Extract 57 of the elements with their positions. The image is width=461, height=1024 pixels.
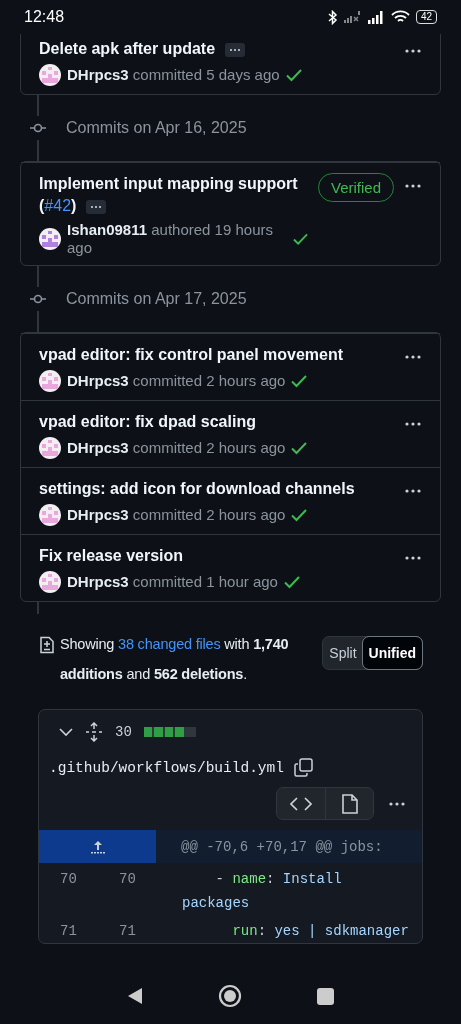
file-path: .github/workflows/build.yml [49,759,284,776]
hunk-header: @@ -70,6 +70,17 @@ jobs: [180,837,383,857]
commit-title[interactable]: Implement input mapping support (#42) [39,173,308,217]
more-button[interactable] [388,800,406,807]
line-number: 70 [59,870,78,889]
no-signal-icon [343,11,362,23]
ellipsis-icon [229,46,242,53]
collapse-button[interactable] [59,727,73,737]
date-label: Commits on Apr 16, 2025 [66,119,247,137]
chevron-icon [59,727,73,737]
more-icon [388,800,406,807]
commit-title[interactable]: vpad editor: fix dpad scaling [39,411,394,433]
commit-title[interactable]: settings: add icon for download channels [39,478,394,500]
code-icon [290,796,312,811]
expand-up-icon [89,838,106,855]
file-diff-icon [38,636,56,654]
changed-files-link[interactable]: 38 changed files [118,636,221,652]
commit-meta: DHrpcs3 committed 2 hours ago [67,372,286,390]
back-icon[interactable] [127,987,144,1005]
commit-title[interactable]: vpad editor: fix control panel movement [39,344,394,366]
recents-icon[interactable] [316,987,334,1005]
diffstat-bar [143,727,196,737]
commit-meta: Ishan09811 authored 19 hours ago [67,221,274,257]
unfold-icon[interactable] [85,722,103,742]
code-line: run: yes | sdkmanager [231,922,410,941]
pull-request-link[interactable]: #42 [44,197,72,214]
more-icon [404,421,422,427]
ellipsis-icon [90,203,103,210]
copy-icon[interactable] [293,758,313,777]
battery-indicator: 42 [415,10,437,24]
commit-meta: DHrpcs3 committed 5 days ago [67,66,280,84]
more-icon [404,48,422,54]
file-icon [341,793,358,814]
commit-title[interactable]: Delete apk after update [39,38,394,60]
home-icon[interactable] [218,984,242,1008]
commit-meta: DHrpcs3 committed 1 hour ago [67,573,278,591]
signal-icon [367,10,385,24]
commit-meta: DHrpcs3 committed 2 hours ago [67,439,286,457]
view-mode-button[interactable]: Unified [362,637,422,669]
expand-message-button[interactable] [86,199,107,214]
view-mode-button[interactable]: Split [323,637,363,669]
date-label: Commits on Apr 17, 2025 [66,290,247,308]
wifi-icon [390,10,410,24]
more-icon [404,555,422,561]
line-number: 71 [118,922,137,941]
commit-title[interactable]: Fix release version [39,545,394,567]
clock: 12:48 [24,8,66,26]
line-number: 70 [118,870,137,889]
more-icon [404,488,422,494]
bluetooth-icon [327,9,338,25]
change-count: 30 [115,724,132,740]
more-icon [404,354,422,360]
line-number: 71 [59,922,78,941]
diff-summary-text: Showing 38 changed files with 1,740 additions and 562 deletions. [60,635,290,684]
commit-meta: DHrpcs3 committed 2 hours ago [67,506,286,524]
expand-message-button[interactable] [225,42,246,57]
more-icon [404,183,422,189]
